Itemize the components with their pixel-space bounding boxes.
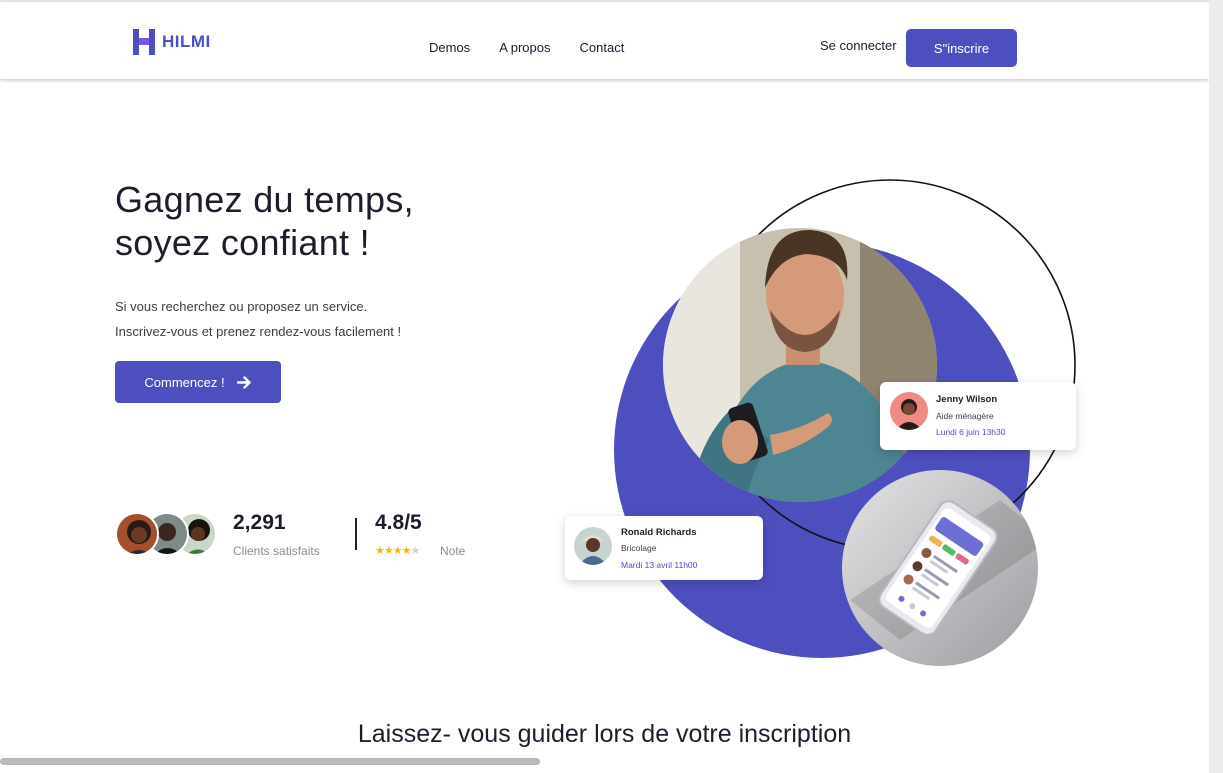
navbar: HILMI Demos A propos Contact Se connecte… xyxy=(0,2,1209,79)
arrow-right-icon xyxy=(236,375,251,389)
ronald-date: Mardi 13 avril 11h00 xyxy=(621,560,698,570)
clients-label: Clients satisfaits xyxy=(233,544,320,558)
main-nav: Demos A propos Contact xyxy=(429,40,624,55)
rating-stars: ★★★★★ xyxy=(375,544,421,557)
rating-value: 4.8/5 xyxy=(375,511,422,534)
hero-subtitle-line-2: Inscrivez-vous et prenez rendez-vous fac… xyxy=(115,324,402,339)
get-started-button[interactable]: Commencez ! xyxy=(115,361,281,403)
vertical-scrollbar[interactable] xyxy=(1209,0,1223,773)
hero-title: Gagnez du temps, soyez confiant ! xyxy=(115,179,414,263)
hero-illustration: Jenny Wilson Aide ménagère Lundi 6 juin … xyxy=(560,170,1090,680)
nav-link-contact[interactable]: Contact xyxy=(580,40,625,55)
client-avatar-1 xyxy=(115,512,159,556)
star-empty-icon: ★ xyxy=(410,545,421,557)
stats-divider xyxy=(355,518,357,550)
ronald-avatar xyxy=(574,527,612,565)
clients-count: 2,291 xyxy=(233,511,286,534)
ronald-name: Ronald Richards xyxy=(621,527,697,538)
brand-name: HILMI xyxy=(162,32,211,51)
appointment-card-jenny[interactable]: Jenny Wilson Aide ménagère Lundi 6 juin … xyxy=(880,382,1076,450)
nav-link-demos[interactable]: Demos xyxy=(429,40,470,55)
jenny-role: Aide ménagère xyxy=(936,411,994,421)
star-icon: ★ xyxy=(392,545,403,557)
logo[interactable]: HILMI xyxy=(132,28,211,56)
jenny-date: Lundi 6 juin 13h30 xyxy=(936,427,1006,437)
star-icon: ★ xyxy=(383,545,394,557)
nav-link-a-propos[interactable]: A propos xyxy=(499,40,550,55)
signin-link[interactable]: Se connecter xyxy=(820,38,897,53)
hilmi-logo-icon xyxy=(133,29,155,55)
horizontal-scrollbar-thumb[interactable] xyxy=(0,758,540,765)
get-started-label: Commencez ! xyxy=(144,374,225,390)
signup-button[interactable]: S"inscrire xyxy=(906,29,1017,67)
jenny-name: Jenny Wilson xyxy=(936,394,998,405)
jenny-avatar xyxy=(890,392,928,430)
rating-label: Note xyxy=(440,544,466,558)
appointment-card-ronald[interactable]: Ronald Richards Bricolage Mardi 13 avril… xyxy=(565,516,763,580)
hero-subtitle: Si vous recherchez ou proposez un servic… xyxy=(115,294,401,344)
hero-subtitle-line-1: Si vous recherchez ou proposez un servic… xyxy=(115,299,368,314)
client-avatars xyxy=(115,512,219,558)
ronald-role: Bricolage xyxy=(621,543,657,553)
section-title: Laissez- vous guider lors de votre inscr… xyxy=(357,720,852,748)
star-icon: ★ xyxy=(375,545,385,557)
star-icon: ★ xyxy=(401,545,412,557)
